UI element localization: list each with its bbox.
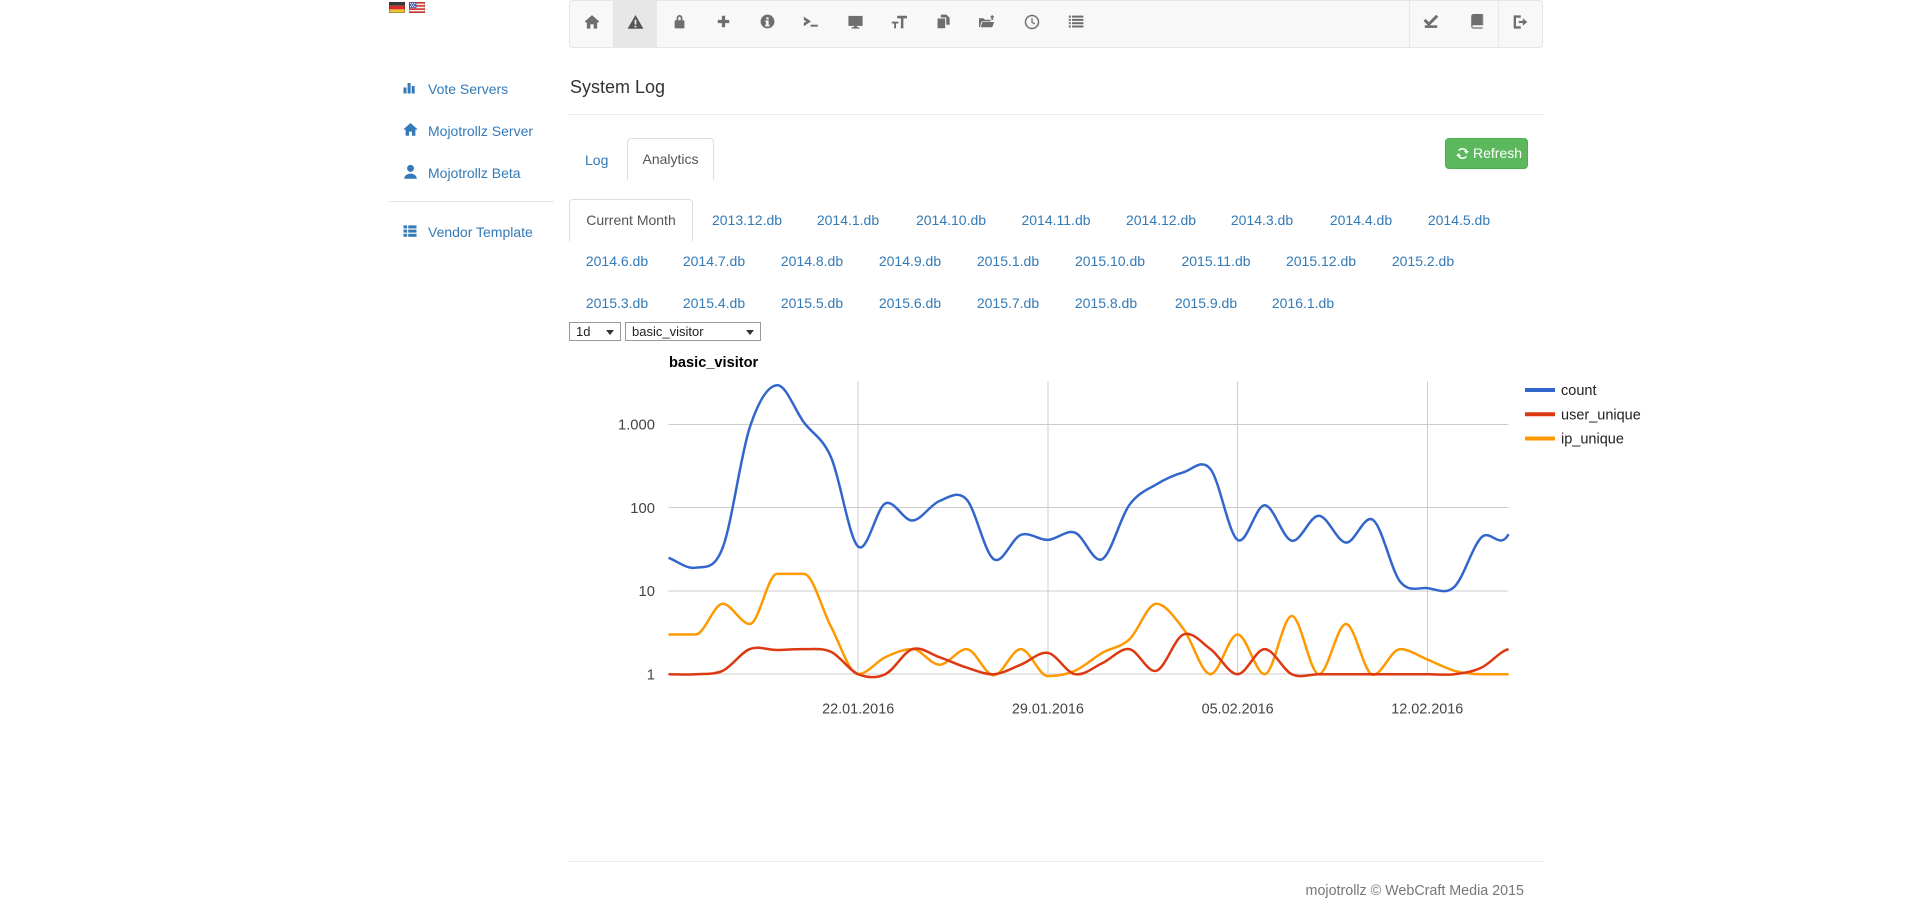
svg-text:count: count [1561, 383, 1596, 399]
svg-text:29.01.2016: 29.01.2016 [1012, 702, 1084, 718]
svg-text:05.02.2016: 05.02.2016 [1202, 702, 1274, 718]
svg-text:1.000: 1.000 [618, 418, 655, 434]
svg-text:100: 100 [630, 501, 655, 517]
svg-text:ip_unique: ip_unique [1561, 432, 1624, 448]
svg-text:user_unique: user_unique [1561, 408, 1641, 424]
svg-text:12.02.2016: 12.02.2016 [1391, 702, 1463, 718]
svg-text:basic_visitor: basic_visitor [669, 355, 759, 371]
svg-text:10: 10 [639, 584, 655, 600]
svg-text:1: 1 [647, 668, 655, 684]
svg-text:22.01.2016: 22.01.2016 [822, 702, 894, 718]
